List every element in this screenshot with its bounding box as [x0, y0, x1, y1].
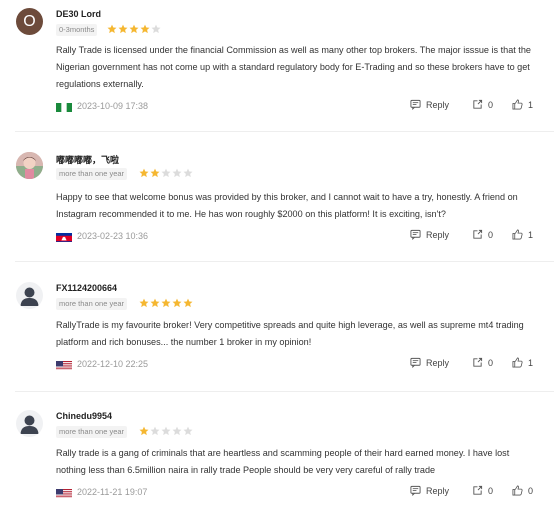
star-filled-icon: [107, 24, 117, 34]
reply-button[interactable]: Reply: [410, 485, 449, 496]
review-actions: Reply 0 1: [0, 99, 554, 113]
tenure-badge: more than one year: [56, 298, 128, 310]
thumbs-up-icon: [512, 229, 523, 240]
like-button[interactable]: 1: [512, 357, 533, 368]
review-text: Happy to see that welcome bonus was prov…: [56, 192, 518, 219]
review-actions: Reply 0 1: [0, 229, 554, 243]
user-silhouette-icon: [20, 287, 39, 306]
share-count: 0: [488, 229, 494, 240]
review-text: RallyTrade is my favourite broker! Very …: [56, 320, 524, 347]
avatar[interactable]: O: [16, 8, 43, 35]
like-count: 1: [528, 99, 534, 110]
review-actions: Reply 0 1: [0, 357, 554, 371]
reply-label: Reply: [426, 357, 450, 368]
star-empty-icon: [151, 24, 161, 34]
reviewer-name[interactable]: DE30 Lord: [56, 9, 101, 19]
rating-stars: [139, 426, 193, 438]
share-icon: [473, 485, 483, 495]
share-count: 0: [488, 357, 494, 368]
user-silhouette-icon: [20, 415, 39, 434]
star-filled-icon: [139, 426, 149, 436]
avatar[interactable]: [16, 410, 43, 437]
review-item: FX1124200664 more than one year RallyTra…: [0, 282, 554, 392]
tenure-badge: more than one year: [56, 168, 128, 180]
star-filled-icon: [139, 168, 149, 178]
star-filled-icon: [172, 298, 182, 308]
reviewer-name[interactable]: 嘟嘟嘟嘟，飞啦: [56, 153, 119, 166]
rating-stars: [107, 24, 161, 36]
like-button[interactable]: 1: [512, 99, 533, 110]
star-filled-icon: [183, 298, 193, 308]
share-count: 0: [488, 99, 494, 110]
profile-photo-icon: [16, 152, 43, 179]
divider: [15, 131, 554, 132]
star-filled-icon: [140, 24, 150, 34]
review-item: O DE30 Lord 0-3months Rally Trade is lic…: [0, 8, 554, 132]
star-empty-icon: [172, 168, 182, 178]
like-button[interactable]: 1: [512, 229, 533, 240]
reply-button[interactable]: Reply: [410, 99, 449, 110]
star-filled-icon: [150, 168, 160, 178]
star-empty-icon: [161, 168, 171, 178]
reply-button[interactable]: Reply: [410, 229, 449, 240]
share-button[interactable]: 0: [472, 99, 493, 110]
thumbs-up-icon: [512, 485, 523, 496]
comment-icon: [410, 229, 421, 240]
reply-label: Reply: [426, 229, 450, 240]
like-count: 1: [528, 357, 534, 368]
like-count: 0: [528, 485, 534, 496]
divider: [15, 391, 554, 392]
review-actions: Reply 0 0: [0, 485, 554, 499]
review-item: Chinedu9954 more than one year Rally tra…: [0, 410, 554, 524]
comment-icon: [410, 357, 421, 368]
star-filled-icon: [161, 298, 171, 308]
share-icon: [473, 99, 483, 109]
comment-icon: [410, 485, 421, 496]
star-filled-icon: [129, 24, 139, 34]
star-filled-icon: [139, 298, 149, 308]
like-button[interactable]: 0: [512, 485, 533, 496]
star-empty-icon: [183, 426, 193, 436]
star-empty-icon: [150, 426, 160, 436]
like-count: 1: [528, 229, 534, 240]
share-icon: [473, 229, 483, 239]
review-item: 嘟嘟嘟嘟，飞啦 more than one year Happy to see …: [0, 152, 554, 262]
comment-icon: [410, 99, 421, 110]
reviewer-name[interactable]: FX1124200664: [56, 283, 117, 293]
review-text: Rally Trade is licensed under the financ…: [56, 45, 531, 89]
reply-button[interactable]: Reply: [410, 357, 449, 368]
reply-label: Reply: [426, 99, 450, 110]
share-count: 0: [488, 485, 494, 496]
avatar[interactable]: [16, 282, 43, 309]
star-filled-icon: [118, 24, 128, 34]
share-icon: [473, 357, 483, 367]
star-empty-icon: [183, 168, 193, 178]
star-empty-icon: [172, 426, 182, 436]
tenure-badge: 0-3months: [56, 24, 98, 36]
divider: [15, 261, 554, 262]
thumbs-up-icon: [512, 357, 523, 368]
tenure-badge: more than one year: [56, 426, 128, 438]
rating-stars: [139, 298, 193, 310]
reviewer-name[interactable]: Chinedu9954: [56, 411, 112, 421]
reply-label: Reply: [426, 485, 450, 496]
rating-stars: [139, 168, 193, 180]
review-text: Rally trade is a gang of criminals that …: [56, 448, 510, 475]
star-filled-icon: [150, 298, 160, 308]
avatar[interactable]: [16, 152, 43, 179]
thumbs-up-icon: [512, 99, 523, 110]
share-button[interactable]: 0: [472, 357, 493, 368]
share-button[interactable]: 0: [472, 229, 493, 240]
share-button[interactable]: 0: [472, 485, 493, 496]
star-empty-icon: [161, 426, 171, 436]
